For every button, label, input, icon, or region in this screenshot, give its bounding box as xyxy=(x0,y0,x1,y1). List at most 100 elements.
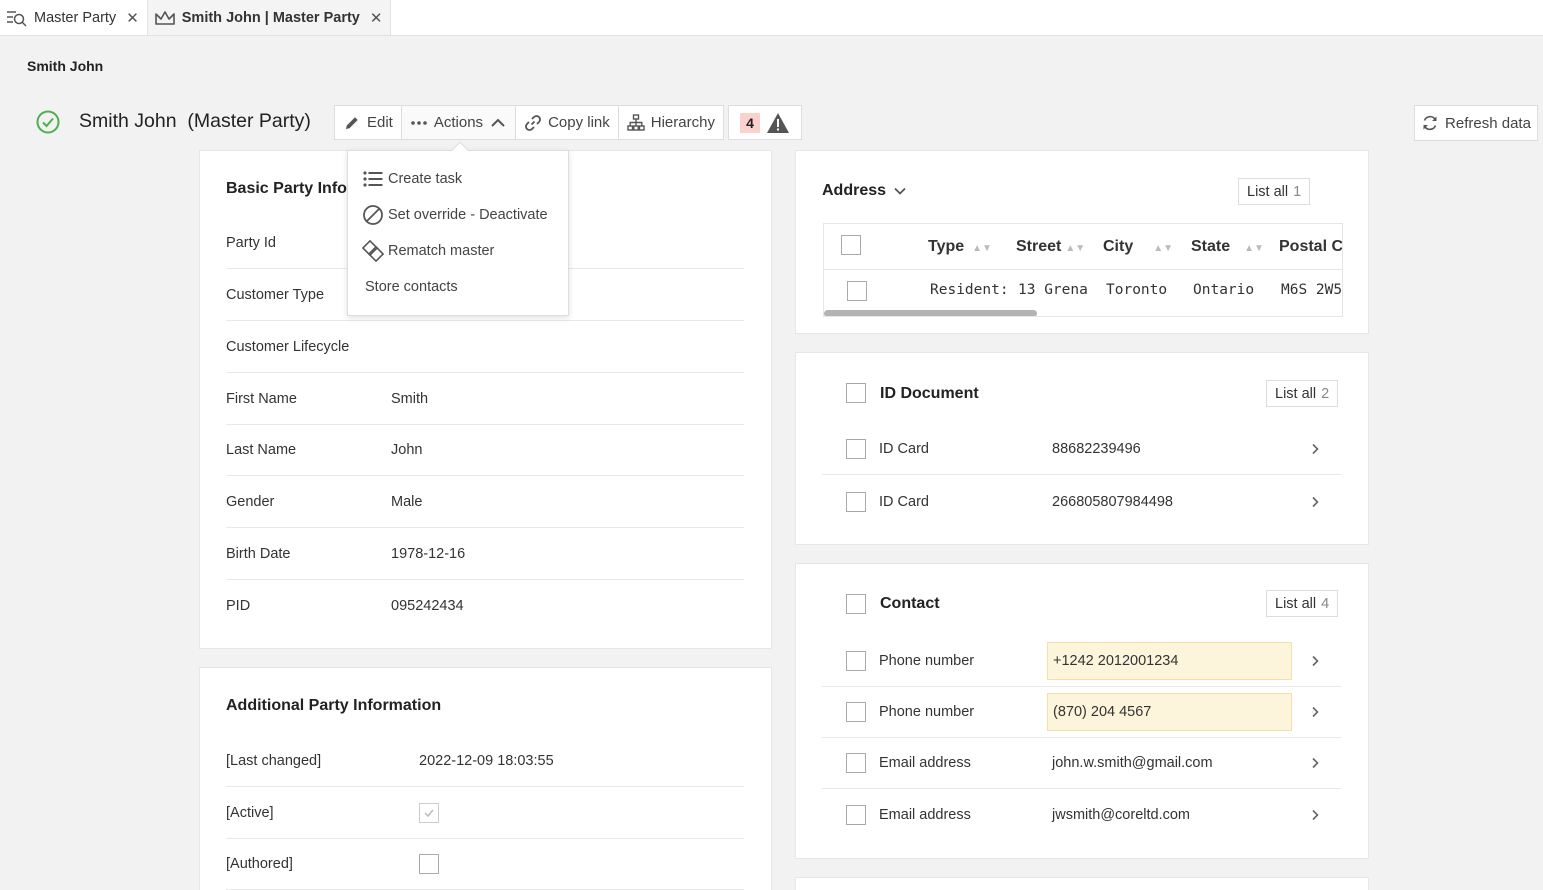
field-row: First Name Smith xyxy=(226,373,744,425)
issues-button[interactable]: 4 xyxy=(728,105,802,140)
close-icon[interactable]: ✕ xyxy=(370,9,383,27)
field-row: Customer Lifecycle xyxy=(226,321,744,373)
item-value: jwsmith@coreltd.com xyxy=(1052,806,1190,823)
list-all-count: 2 xyxy=(1321,385,1330,402)
menu-item-set-override[interactable]: Set override - Deactivate xyxy=(362,204,548,226)
check-icon xyxy=(424,809,434,817)
cell-state: Ontario xyxy=(1193,282,1255,298)
hierarchy-button[interactable]: Hierarchy xyxy=(617,105,724,140)
chevron-right-icon[interactable] xyxy=(1309,443,1321,455)
refresh-label: Refresh data xyxy=(1445,114,1531,132)
item-label: ID Card xyxy=(879,493,929,510)
edit-button[interactable]: Edit xyxy=(334,105,401,140)
row-checkbox[interactable] xyxy=(847,281,867,301)
chevron-right-icon[interactable] xyxy=(1309,706,1321,718)
hierarchy-icon xyxy=(627,113,645,131)
row-checkbox[interactable] xyxy=(846,804,866,825)
column-header[interactable]: Street ▲▼ xyxy=(1016,238,1085,256)
field-row: Birth Date 1978-12-16 xyxy=(226,528,744,580)
row-checkbox[interactable] xyxy=(846,439,866,459)
card-title: Additional Party Information xyxy=(226,697,442,714)
select-all-checkbox[interactable] xyxy=(846,383,866,403)
toolbar: Edit Actions Copy link Hierarchy xyxy=(334,105,724,140)
list-all-label: List all xyxy=(1275,595,1317,612)
forbidden-icon xyxy=(363,205,383,225)
crown-icon xyxy=(154,10,175,25)
row-checkbox[interactable] xyxy=(846,491,866,512)
contact-card: Contact List all 4 Phone number +1242 201… xyxy=(795,563,1369,859)
chevron-up-icon xyxy=(491,118,505,127)
field-label: Last Name xyxy=(226,441,297,458)
list-item[interactable]: Phone number +1242 2012001234 xyxy=(822,636,1341,687)
field-label: [Active] xyxy=(226,804,274,821)
actions-button[interactable]: Actions xyxy=(400,105,516,140)
chevron-right-icon[interactable] xyxy=(1309,655,1321,667)
card-title: Contact xyxy=(880,595,940,612)
field-label: [Last changed] xyxy=(226,752,322,769)
field-label: PID xyxy=(226,598,251,614)
menu-item-create-task[interactable]: Create task xyxy=(362,168,462,190)
field-label: First Name xyxy=(226,390,297,407)
list-item[interactable]: ID Card 88682239496 xyxy=(822,424,1341,475)
item-label: Phone number xyxy=(879,653,975,669)
sort-icon: ▲▼ xyxy=(1153,243,1174,254)
chevron-right-icon[interactable] xyxy=(1309,757,1321,769)
chevron-right-icon[interactable] xyxy=(1309,809,1321,821)
refresh-data-button[interactable]: Refresh data xyxy=(1414,105,1538,141)
list-all-button[interactable]: List all 2 xyxy=(1266,380,1339,407)
chevron-right-icon[interactable] xyxy=(1309,496,1321,508)
tab-master-party[interactable]: Master Party ✕ xyxy=(0,0,148,35)
card-title[interactable]: Address xyxy=(822,182,908,200)
list-item[interactable]: Email address john.w.smith@gmail.com xyxy=(822,738,1341,789)
row-checkbox[interactable] xyxy=(846,753,866,773)
table-row[interactable]: Resident: 13 Grena Toronto Ontario M6S 2… xyxy=(824,270,1342,310)
field-row: PID 095242434 xyxy=(226,580,744,632)
field-value: 2022-12-09 18:03:55 xyxy=(419,752,554,769)
field-row: Gender Male xyxy=(226,476,744,528)
tab-label: Smith John | Master Party xyxy=(181,9,360,26)
copy-link-button[interactable]: Copy link xyxy=(515,105,618,140)
list-all-label: List all xyxy=(1275,385,1317,402)
item-value: john.w.smith@gmail.com xyxy=(1052,755,1213,771)
select-all-checkbox[interactable] xyxy=(846,594,866,614)
field-label: Gender xyxy=(226,493,275,510)
rematch-icon xyxy=(362,240,384,262)
next-card xyxy=(795,877,1369,890)
row-checkbox[interactable] xyxy=(846,651,866,671)
menu-item-label: Set override - Deactivate xyxy=(388,207,548,223)
breadcrumb: Smith John xyxy=(27,58,104,74)
card-title: ID Document xyxy=(880,385,979,402)
column-header[interactable]: State ▲▼ xyxy=(1191,238,1264,256)
field-value: 1978-12-16 xyxy=(391,545,466,562)
authored-checkbox[interactable] xyxy=(419,853,439,874)
column-header[interactable]: Postal Cc xyxy=(1279,238,1342,256)
active-checkbox[interactable] xyxy=(419,802,439,823)
issues-count: 4 xyxy=(740,112,760,133)
item-label: Phone number xyxy=(879,704,975,720)
horizontal-scrollbar[interactable] xyxy=(824,310,1037,316)
additional-party-info-card: Additional Party Information [Last chang… xyxy=(199,667,772,890)
item-label: Email address xyxy=(879,806,971,823)
column-header[interactable]: Type ▲▼ xyxy=(928,238,992,256)
field-label: Customer Lifecycle xyxy=(226,338,350,355)
select-all-checkbox[interactable] xyxy=(841,235,861,255)
list-item[interactable]: Phone number (870) 204 4567 xyxy=(822,687,1341,738)
search-list-icon xyxy=(7,10,27,27)
field-value: 095242434 xyxy=(391,598,464,614)
menu-item-store-contacts[interactable]: Store contacts xyxy=(365,279,458,295)
sort-icon: ▲▼ xyxy=(1065,243,1086,254)
list-all-button[interactable]: List all 4 xyxy=(1266,590,1339,617)
field-row: [Active] xyxy=(226,787,744,839)
list-item[interactable]: ID Card 266805807984498 xyxy=(822,476,1341,527)
field-value: Smith xyxy=(391,390,429,407)
item-value: (870) 204 4567 xyxy=(1047,693,1292,731)
list-all-button[interactable]: List all 1 xyxy=(1238,178,1311,205)
row-checkbox[interactable] xyxy=(846,702,866,722)
cell-type: Resident: xyxy=(930,282,1009,298)
tab-smith-john[interactable]: Smith John | Master Party ✕ xyxy=(147,0,392,35)
menu-item-rematch-master[interactable]: Rematch master xyxy=(362,240,494,262)
list-item[interactable]: Email address jwsmith@coreltd.com xyxy=(822,789,1341,840)
column-header[interactable]: City ▲▼ xyxy=(1103,238,1173,256)
column-label: State xyxy=(1191,238,1231,255)
close-icon[interactable]: ✕ xyxy=(126,9,139,27)
